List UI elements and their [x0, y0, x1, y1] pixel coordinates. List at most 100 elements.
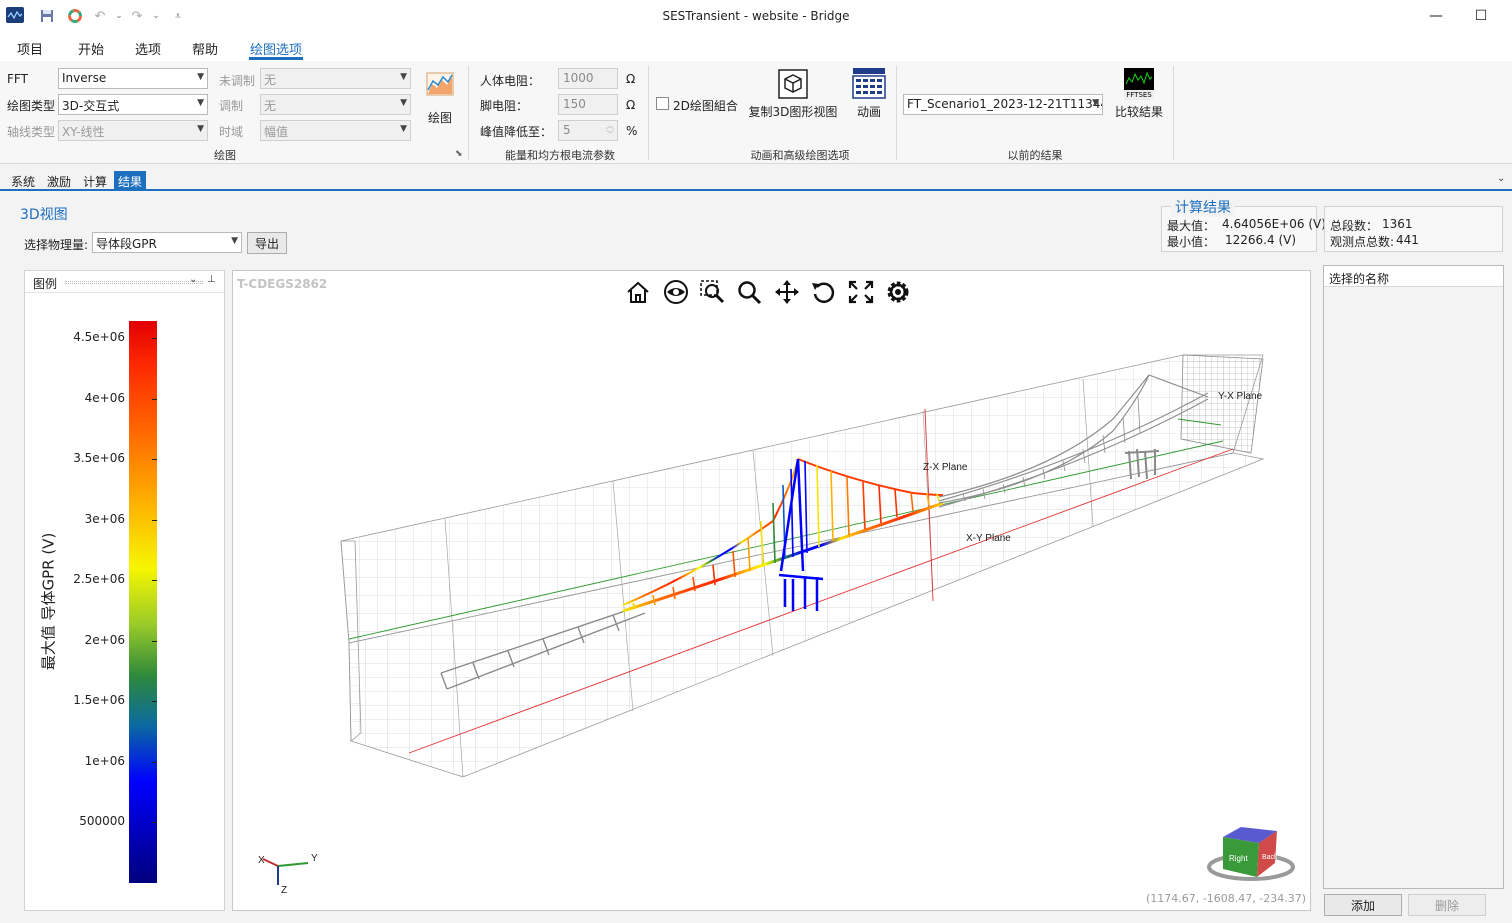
- collapse-ribbon-icon[interactable]: ⌄: [1497, 173, 1505, 184]
- selected-names-panel[interactable]: 选择的名称: [1323, 265, 1504, 889]
- legend-tick-label: 4e+06: [84, 390, 125, 405]
- axis-triad: X Y Z: [258, 853, 318, 896]
- triad-x-label: X: [258, 855, 265, 866]
- legend-dropdown-icon[interactable]: ⌄: [189, 274, 197, 285]
- unmodulated-combo[interactable]: 无 ▼: [260, 68, 411, 89]
- legend-tick-mark: [152, 519, 157, 521]
- chevron-down-icon: ▼: [1092, 98, 1099, 108]
- select-quantity-label: 选择物理量:: [24, 238, 89, 252]
- axis-type-value: XY-线性: [62, 125, 105, 139]
- peak-drop-unit: %: [626, 124, 638, 138]
- peak-drop-spinner[interactable]: 5 ︿ ﹀: [558, 120, 618, 141]
- tab-calculation[interactable]: 计算: [79, 171, 111, 190]
- legend-tick-label: 2e+06: [84, 632, 125, 647]
- zx-plane-label: Z-X Plane: [923, 462, 968, 473]
- previous-scenario-value: FT_Scenario1_2023-12-21T113447: [907, 97, 1103, 111]
- body-resistance-field[interactable]: 1000: [558, 68, 618, 89]
- unmodulated-label: 未调制: [219, 74, 256, 88]
- chevron-down-icon: ▼: [197, 98, 204, 108]
- chevron-down-icon: ▼: [231, 236, 238, 246]
- menu-options[interactable]: 选项: [135, 39, 161, 58]
- pin-icon[interactable]: ⊥: [207, 274, 216, 285]
- end-wall-grid: [1180, 354, 1264, 454]
- window-title: SESTransient - website - Bridge: [662, 9, 850, 23]
- minimize-button[interactable]: —: [1413, 0, 1459, 32]
- group-separator: [468, 66, 469, 160]
- legend-colorbar: [129, 321, 157, 883]
- plot-type-value: 3D-交互式: [62, 99, 120, 113]
- foot-resistance-field[interactable]: 150: [558, 94, 618, 115]
- time-domain-label: 时域: [219, 125, 244, 139]
- legend-tick-label: 500000: [79, 814, 125, 829]
- view-title: 3D视图: [20, 207, 68, 223]
- chevron-down-icon: ▼: [400, 72, 407, 82]
- cube-right-label: Right: [1229, 854, 1248, 863]
- legend-tick-mark: [152, 580, 157, 582]
- max-value: 4.64056E+06 (V): [1222, 217, 1326, 231]
- tab-results[interactable]: 结果: [114, 171, 147, 190]
- copy-3d-view-button[interactable]: 复制3D图形视图: [748, 67, 838, 123]
- chevron-down-icon: ▼: [197, 72, 204, 82]
- selected-names-header: 选择的名称: [1324, 266, 1503, 287]
- animation-label: 动画: [856, 105, 881, 119]
- cube-icon: [778, 69, 808, 99]
- min-label: 最小值：: [1167, 235, 1216, 249]
- group-separator: [896, 66, 897, 160]
- compare-results-icon-text: FFTSES: [1124, 90, 1154, 100]
- energy-group-label: 能量和均方根电流参数: [505, 149, 615, 162]
- animation-button[interactable]: 动画: [848, 67, 890, 123]
- plot-button[interactable]: 绘图: [420, 67, 460, 125]
- legend-tick-mark: [152, 640, 157, 642]
- chevron-down-icon: ▼: [400, 98, 407, 108]
- title-bar: ↶ ⌄ ↷ ⌄ ⩡ SESTransient - website - Bridg…: [0, 0, 1512, 33]
- plot-viewport[interactable]: T-CDEGS2862 Z-X Plane X-Y Plane Y-X Plan…: [232, 270, 1311, 911]
- tab-system[interactable]: 系统: [7, 171, 39, 190]
- delete-button[interactable]: 删除: [1408, 894, 1486, 916]
- total-points-label: 观测点总数:: [1330, 235, 1395, 249]
- menu-plot-options[interactable]: 绘图选项: [250, 39, 302, 58]
- export-button[interactable]: 导出: [247, 232, 287, 254]
- plot-type-combo[interactable]: 3D-交互式 ▼: [58, 94, 208, 115]
- triad-y-label: Y: [311, 853, 318, 864]
- total-segments-value: 1361: [1382, 217, 1413, 231]
- menu-help[interactable]: 帮助: [192, 39, 218, 58]
- legend-panel: 图例 ⌄ ⊥ 4.5e+06 4e+06 3.5e+06 3e+06 2.5e+06 2e…: [24, 270, 225, 911]
- axis-type-combo[interactable]: XY-线性 ▼: [58, 120, 208, 141]
- bridge-3d-plot[interactable]: Z-X Plane X-Y Plane Y-X Plane X Y Z Righ…: [233, 271, 1310, 910]
- spinner-arrows-icon[interactable]: ︿ ﹀: [606, 121, 614, 139]
- cube-back-label: Back: [1262, 854, 1278, 861]
- yx-plane-label: Y-X Plane: [1218, 391, 1263, 402]
- foot-resistance-unit: Ω: [626, 98, 636, 112]
- modulation-combo[interactable]: 无 ▼: [260, 94, 411, 115]
- tab-excitation[interactable]: 激励: [43, 171, 75, 190]
- calc-results-title: 计算结果: [1171, 197, 1235, 217]
- body-resistance-unit: Ω: [626, 72, 636, 86]
- legend-tick-label: 1e+06: [84, 753, 125, 768]
- add-button[interactable]: 添加: [1324, 894, 1402, 916]
- foot-resistance-label: 脚电阻：: [480, 99, 529, 113]
- menu-bar: 项目 开始 选项 帮助 绘图选项: [0, 33, 1512, 61]
- fft-label: FFT: [7, 72, 28, 86]
- fft-combo[interactable]: Inverse ▼: [58, 68, 208, 89]
- total-segments-label: 总段数：: [1330, 219, 1379, 233]
- select-quantity-combo[interactable]: 导体段GPR ▼: [92, 232, 242, 253]
- active-menu-indicator: [249, 57, 303, 60]
- combine-2d-checkbox[interactable]: [656, 97, 669, 110]
- previous-scenario-combo[interactable]: FT_Scenario1_2023-12-21T113447 ▼: [903, 94, 1103, 115]
- plot-group-label: 绘图: [214, 149, 236, 162]
- maximize-button[interactable]: ☐: [1458, 0, 1504, 32]
- legend-grip[interactable]: [65, 281, 203, 284]
- legend-title: 图例: [33, 277, 58, 291]
- xy-plane-label: X-Y Plane: [966, 533, 1011, 544]
- group-separator: [1173, 66, 1174, 160]
- menu-start[interactable]: 开始: [78, 39, 104, 58]
- menu-project[interactable]: 项目: [17, 39, 43, 58]
- peak-drop-value: 5: [563, 123, 571, 137]
- orientation-cube: Right Back: [1207, 827, 1295, 881]
- compare-results-button[interactable]: FFTSES 比较結果: [1110, 67, 1168, 123]
- copy-3d-view-label: 复制3D图形视图: [748, 105, 838, 119]
- legend-header: 图例 ⌄ ⊥: [25, 271, 224, 293]
- legend-axis-title: 最大值 导体GPR (V): [39, 532, 58, 671]
- plot-group-launcher-icon[interactable]: ⬊: [455, 149, 463, 159]
- time-domain-combo[interactable]: 幅值 ▼: [260, 120, 411, 141]
